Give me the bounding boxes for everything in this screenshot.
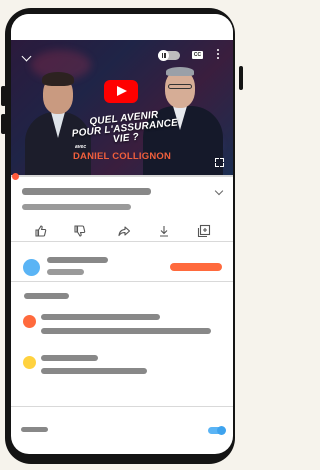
autoplay-label-placeholder	[21, 427, 48, 432]
autoplay-toggle-icon[interactable]	[158, 50, 180, 61]
video-title-placeholder	[22, 188, 151, 195]
comment-text-placeholder	[41, 328, 211, 334]
video-guest-name: DANIEL COLLIGNON	[73, 151, 172, 162]
video-progress-track[interactable]	[11, 175, 233, 177]
channel-avatar[interactable]	[23, 259, 40, 276]
comments-header-placeholder[interactable]	[24, 293, 69, 299]
comment-avatar[interactable]	[23, 356, 36, 369]
video-player[interactable]: QUEL AVENIR POUR L'ASSURANCE VIE ? avec …	[11, 40, 233, 175]
section-divider	[11, 281, 233, 282]
subscribe-button[interactable]	[170, 263, 222, 271]
video-avec-label: avec	[75, 144, 87, 150]
autoplay-toggle[interactable]	[208, 426, 226, 435]
video-progress-scrubber[interactable]	[12, 173, 19, 180]
captions-icon[interactable]: CC	[192, 51, 203, 59]
phone-screen: QUEL AVENIR POUR L'ASSURANCE VIE ? avec …	[11, 14, 233, 454]
chevron-down-icon[interactable]	[21, 51, 32, 62]
comment-avatar[interactable]	[23, 315, 36, 328]
channel-name-placeholder[interactable]	[47, 257, 108, 263]
play-icon[interactable]	[104, 80, 138, 103]
channel-subscribers-placeholder	[47, 269, 84, 275]
thumbs-up-icon[interactable]	[34, 224, 48, 238]
share-icon[interactable]	[117, 224, 131, 238]
comment-author-placeholder	[41, 314, 160, 320]
comment-text-placeholder	[41, 368, 147, 374]
bottom-divider	[11, 406, 233, 407]
comment-author-placeholder	[41, 355, 98, 361]
thumbs-down-icon[interactable]	[73, 224, 87, 238]
fullscreen-icon[interactable]	[215, 158, 224, 167]
video-meta-placeholder	[22, 204, 131, 210]
download-icon[interactable]	[157, 224, 171, 238]
add-to-playlist-icon[interactable]	[197, 224, 211, 238]
status-bar	[11, 14, 233, 40]
phone-side-button-right	[239, 66, 243, 90]
more-vertical-icon[interactable]	[217, 49, 219, 61]
section-divider	[11, 241, 233, 242]
expand-description-chevron-down-icon[interactable]	[214, 186, 224, 196]
